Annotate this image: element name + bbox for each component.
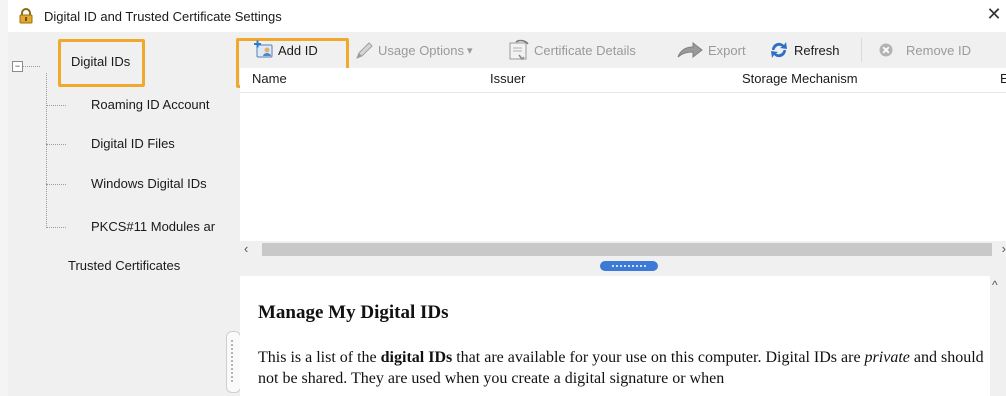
toolbar-separator: [861, 38, 862, 62]
usage-options-button[interactable]: Usage Options ▾: [354, 40, 473, 60]
tree-connector: [46, 144, 66, 145]
info-text: that are available for your use on this …: [452, 349, 865, 366]
splitter-handle[interactable]: [600, 261, 658, 271]
info-paragraph: This is a list of the digital IDs that a…: [258, 347, 992, 389]
column-header-row: Name Issuer Storage Mechanism E: [240, 68, 1006, 93]
tree-item-windows-digital-ids[interactable]: Windows Digital IDs: [91, 176, 207, 191]
title-bar: Digital ID and Trusted Certificate Setti…: [8, 0, 1006, 32]
info-bold-text: digital IDs: [380, 349, 453, 366]
scroll-up-icon[interactable]: ^: [992, 278, 998, 292]
window-border: [0, 0, 8, 396]
remove-icon: [878, 42, 894, 58]
remove-id-label: Remove ID: [906, 42, 972, 58]
chevron-down-icon: ▾: [467, 44, 473, 57]
add-id-icon: [254, 40, 274, 60]
add-id-label: Add ID: [278, 42, 318, 58]
column-header-cut-off[interactable]: E: [1000, 71, 1006, 86]
lock-icon: [18, 8, 34, 24]
tree-connector: [22, 66, 40, 67]
remove-id-button[interactable]: Remove ID: [878, 40, 971, 60]
digital-id-list[interactable]: [240, 93, 1006, 241]
collapse-toggle-icon[interactable]: −: [12, 61, 23, 72]
content-pane: Add ID Usage Options ▾ Certificate Detai…: [236, 32, 1006, 396]
column-header-issuer[interactable]: Issuer: [490, 71, 525, 86]
info-title: Manage My Digital IDs: [258, 302, 449, 323]
tree-connector: [46, 105, 66, 106]
grip-dots: [612, 265, 646, 267]
info-text: This is a list of the: [258, 349, 381, 366]
tree-item-trusted-certificates[interactable]: Trusted Certificates: [68, 258, 180, 273]
splitter-grip[interactable]: [226, 331, 241, 393]
vertical-scrollbar[interactable]: ^: [990, 276, 1006, 396]
column-header-storage-mechanism[interactable]: Storage Mechanism: [742, 71, 858, 86]
refresh-icon: [768, 39, 790, 61]
horizontal-splitter[interactable]: [240, 258, 1006, 276]
info-italic-text: private: [864, 349, 910, 366]
export-arrow-icon: [676, 40, 704, 60]
column-header-name[interactable]: Name: [252, 71, 287, 86]
close-icon[interactable]: ✕: [984, 4, 1004, 25]
export-label: Export: [708, 42, 746, 58]
toolbar: Add ID Usage Options ▾ Certificate Detai…: [236, 32, 1006, 88]
tree-connector: [46, 73, 47, 228]
tree-item-digital-id-files[interactable]: Digital ID Files: [91, 136, 175, 151]
export-button[interactable]: Export: [676, 40, 746, 60]
horizontal-scrollbar[interactable]: ‹ ›: [240, 241, 1006, 258]
tree-item-pkcs11-modules[interactable]: PKCS#11 Modules ar: [91, 219, 215, 234]
scrollbar-thumb[interactable]: [262, 243, 992, 256]
window-title: Digital ID and Trusted Certificate Setti…: [44, 9, 282, 24]
certificate-details-button[interactable]: Certificate Details: [508, 39, 636, 61]
certificate-details-label: Certificate Details: [534, 42, 636, 58]
dialog-window: Digital ID and Trusted Certificate Setti…: [0, 0, 1006, 396]
certificate-icon: [508, 39, 530, 61]
tree-connector: [46, 227, 66, 228]
refresh-button[interactable]: Refresh: [768, 40, 840, 60]
navigation-tree: − Digital IDs Roaming ID Account Digital…: [8, 32, 236, 396]
tree-item-roaming-id-account[interactable]: Roaming ID Account: [91, 97, 210, 112]
info-pane: Manage My Digital IDs This is a list of …: [242, 276, 1006, 396]
tree-item-digital-ids[interactable]: Digital IDs: [71, 54, 130, 69]
tree-connector: [46, 184, 66, 185]
add-id-button[interactable]: Add ID: [254, 40, 318, 60]
scroll-right-icon[interactable]: ›: [1002, 241, 1006, 256]
usage-options-label: Usage Options: [378, 42, 464, 58]
refresh-label: Refresh: [794, 42, 840, 58]
pen-icon: [354, 40, 374, 60]
scroll-left-icon[interactable]: ‹: [244, 241, 248, 256]
grip-dots: [231, 340, 236, 382]
